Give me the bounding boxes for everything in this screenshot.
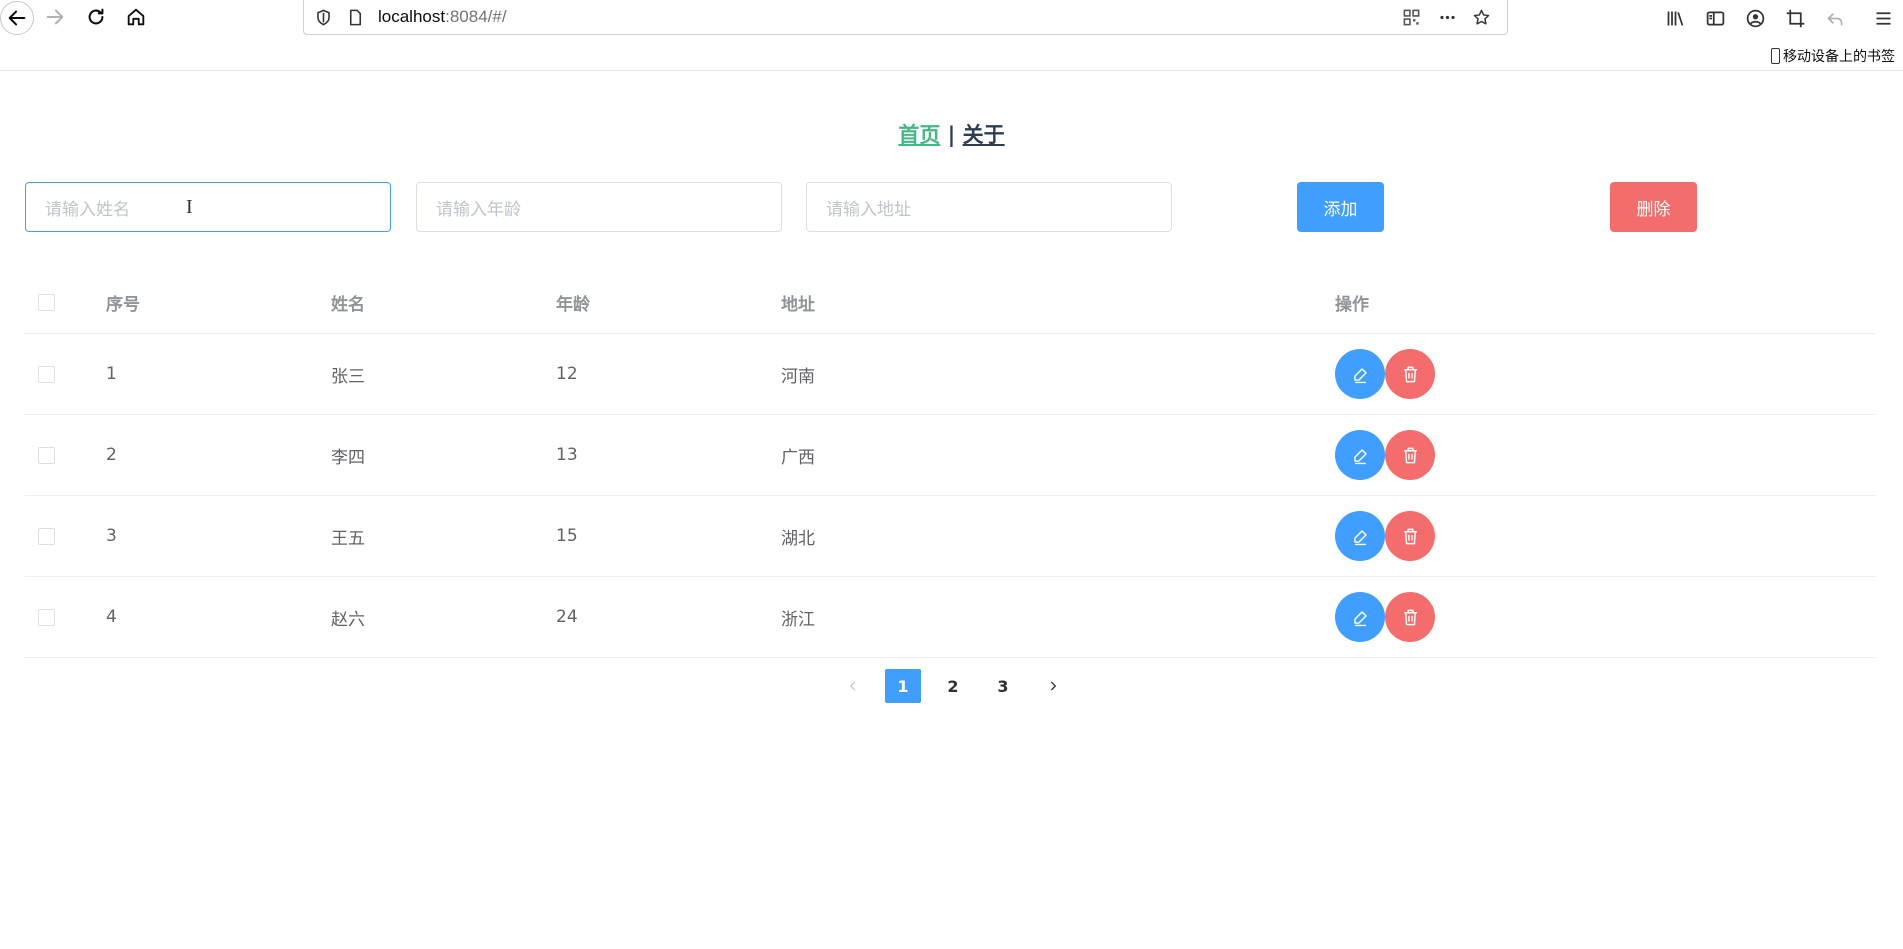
trash-icon [1403,447,1417,463]
nav-link-home[interactable]: 首页 [898,123,940,147]
phone-icon [1771,48,1780,64]
header-address: 地址 [781,295,815,315]
cell-age: 12 [556,364,578,384]
cell-index: 4 [106,607,117,627]
cell-index: 1 [106,364,117,384]
table-header-row: 序号 姓名 年龄 地址 操作 [24,272,1876,334]
cell-name: 李四 [331,447,365,468]
cell-address: 浙江 [781,609,815,630]
arrow-right-icon [46,9,64,25]
sidebar-icon[interactable] [1702,5,1728,31]
header-index: 序号 [106,295,140,315]
forward-button[interactable] [40,2,70,32]
table-row: 2 李四 13 广西 [24,415,1876,496]
name-input[interactable]: 请输入姓名 I [25,182,391,232]
add-button[interactable]: 添加 [1297,182,1384,232]
next-page-button[interactable] [1035,669,1071,703]
url-bar[interactable]: localhost:8084/#/ [303,0,1508,35]
cell-name: 赵六 [331,609,365,630]
arrow-left-icon [8,10,26,26]
row-checkbox[interactable] [38,446,55,464]
crop-icon[interactable] [1782,5,1808,31]
library-icon[interactable] [1662,5,1688,31]
trash-icon [1403,366,1417,382]
delete-button[interactable]: 删除 [1610,182,1697,232]
edit-button[interactable] [1335,349,1385,399]
mobile-bookmarks[interactable]: 移动设备上的书签 [1771,46,1895,66]
address-input[interactable]: 请输入地址 [806,182,1172,232]
mobile-bookmarks-label: 移动设备上的书签 [1783,49,1895,65]
header-name: 姓名 [331,295,365,315]
page-button[interactable]: 3 [985,669,1021,703]
chevron-right-icon [1050,681,1057,691]
edit-icon [1353,610,1367,626]
edit-icon [1353,529,1367,545]
cell-age: 13 [556,445,578,465]
edit-icon [1353,367,1367,383]
page-button[interactable]: 2 [935,669,971,703]
nav-link-about[interactable]: 关于 [963,123,1005,147]
row-delete-button[interactable] [1385,511,1435,561]
data-table: 序号 姓名 年龄 地址 操作 1 张三 12 河南 2 李四 13 广西 3 王… [24,272,1876,658]
age-input[interactable]: 请输入年龄 [416,182,782,232]
star-icon[interactable] [1470,6,1492,28]
top-nav: 首页 | 关于 [0,119,1903,149]
page-button[interactable]: 1 [885,669,921,703]
edit-button[interactable] [1335,511,1385,561]
row-delete-button[interactable] [1385,349,1435,399]
reload-icon [88,8,104,25]
edit-button[interactable] [1335,592,1385,642]
select-all-checkbox[interactable] [38,294,55,311]
text-cursor-icon: I [186,196,193,218]
undo-icon[interactable] [1822,5,1848,31]
prev-page-button[interactable] [835,669,871,703]
cell-address: 湖北 [781,528,815,549]
address-input-placeholder: 请输入地址 [826,199,911,220]
menu-icon[interactable] [1870,5,1896,31]
age-input-placeholder: 请输入年龄 [436,199,521,220]
back-button[interactable] [0,1,34,35]
chevron-left-icon [849,681,856,691]
browser-toolbar: localhost:8084/#/ 移动设备上的书签 [0,0,1903,71]
url-text[interactable]: localhost:8084/#/ [378,7,507,27]
qr-code-icon[interactable] [1400,6,1422,28]
nav-separator: | [947,123,956,147]
trash-icon [1403,528,1417,544]
edit-button[interactable] [1335,430,1385,480]
row-checkbox[interactable] [38,608,55,626]
page-icon[interactable] [344,6,366,28]
cell-address: 广西 [781,447,815,468]
home-icon [127,8,145,26]
table-row: 4 赵六 24 浙江 [24,577,1876,658]
pagination: 1 2 3 [835,669,1071,703]
cell-age: 24 [556,607,578,627]
row-delete-button[interactable] [1385,592,1435,642]
home-button[interactable] [121,2,151,32]
table-row: 3 王五 15 湖北 [24,496,1876,577]
reload-button[interactable] [81,2,111,32]
cell-name: 王五 [331,528,365,549]
edit-icon [1353,448,1367,464]
row-checkbox[interactable] [38,365,55,383]
cell-index: 3 [106,526,117,546]
more-actions-icon[interactable] [1436,6,1458,28]
row-delete-button[interactable] [1385,430,1435,480]
account-icon[interactable] [1742,5,1768,31]
shield-icon[interactable] [312,6,334,28]
header-actions: 操作 [1335,295,1369,315]
trash-icon [1403,609,1417,625]
name-input-placeholder: 请输入姓名 [45,199,130,220]
app-page: 首页 | 关于 请输入姓名 I 请输入年龄 请输入地址 添加 删除 序号 姓名 … [0,72,1903,949]
table-row: 1 张三 12 河南 [24,334,1876,415]
header-age: 年龄 [556,295,590,315]
cell-index: 2 [106,445,117,465]
cell-address: 河南 [781,366,815,387]
cell-age: 15 [556,526,578,546]
cell-name: 张三 [331,366,365,387]
row-checkbox[interactable] [38,527,55,545]
